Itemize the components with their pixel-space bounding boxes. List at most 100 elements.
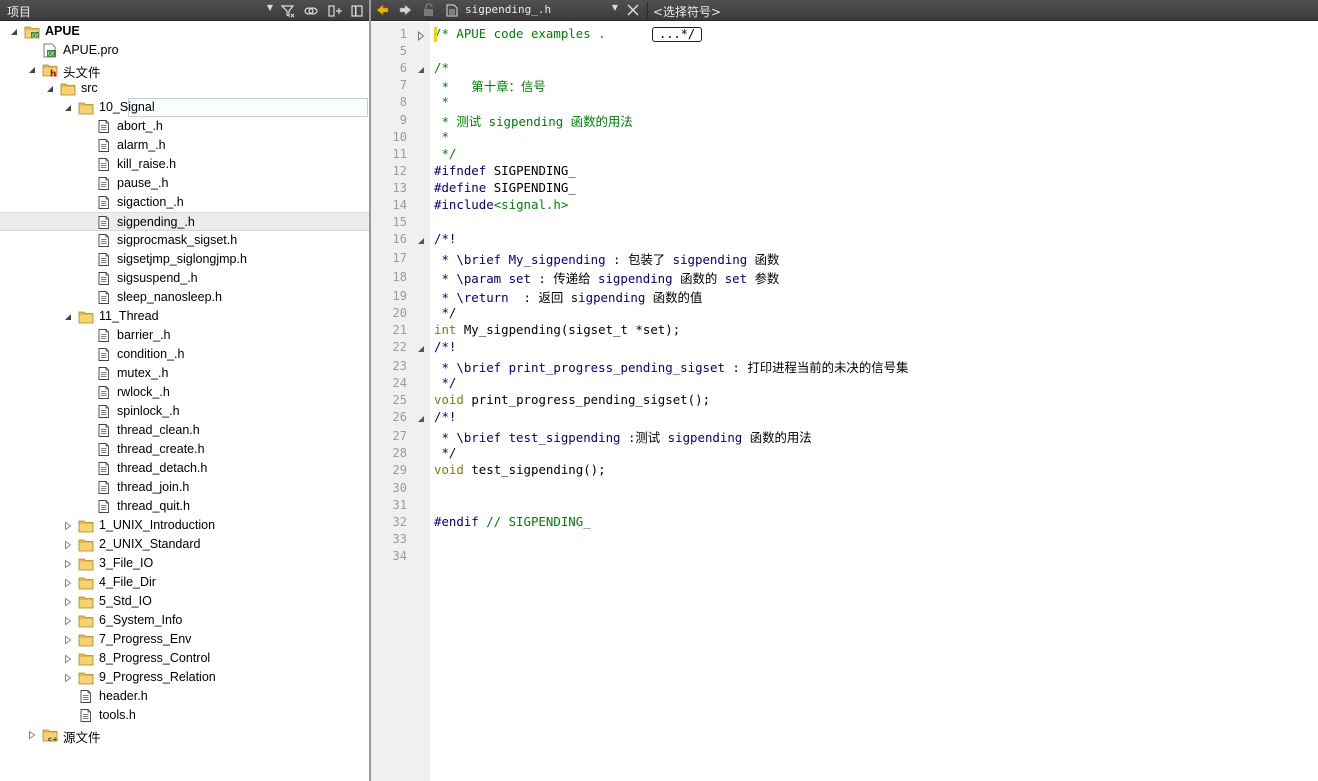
tree-item-label: 6_System_Info [99, 613, 183, 627]
tree-item[interactable]: 6_System_Info [0, 611, 369, 630]
tree-item[interactable]: 5_Std_IO [0, 592, 369, 611]
headers-folder-icon: h [42, 62, 58, 80]
header-file-icon [96, 423, 112, 438]
tree-item[interactable]: c+ 源文件 [0, 725, 369, 745]
expanded-arrow-icon[interactable] [63, 311, 73, 321]
tree-item[interactable]: Qt APUE.pro [0, 41, 369, 60]
tree-item-label: 8_Progress_Control [99, 651, 211, 665]
tree-item[interactable]: 10_Signal [0, 98, 369, 117]
collapsed-arrow-icon[interactable] [63, 653, 73, 664]
close-document-icon[interactable] [625, 2, 641, 18]
tree-item[interactable]: condition_.h [0, 345, 369, 364]
tree-item-label: thread_join.h [117, 480, 190, 494]
line-number: 6 [399, 61, 407, 75]
line-number: 24 [392, 376, 407, 390]
tree-item[interactable]: h 头文件 [0, 60, 369, 80]
header-file-icon [78, 689, 94, 704]
header-file-icon [96, 347, 112, 362]
tree-item[interactable]: sigsetjmp_siglongjmp.h [0, 250, 369, 269]
tree-item[interactable]: 2_UNIX_Standard [0, 535, 369, 554]
tree-item-label: sigaction_.h [117, 195, 184, 209]
forward-arrow-icon[interactable] [397, 2, 413, 18]
collapsed-arrow-icon[interactable] [63, 634, 73, 645]
tree-item[interactable]: header.h [0, 687, 369, 706]
code-token: sigpending [672, 252, 755, 267]
close-pane-icon[interactable] [349, 2, 365, 19]
project-view-select[interactable]: 项目 ▼ [3, 2, 275, 19]
line-number: 13 [392, 181, 407, 195]
text-cursor [434, 27, 437, 42]
tree-item-label: 9_Progress_Relation [99, 670, 216, 684]
tree-item[interactable]: kill_raise.h [0, 155, 369, 174]
project-pane: 项目 ▼ Qt APUE Qt APUE.pro h 头文件 src 10_Signal abo… [0, 0, 369, 781]
line-number: 23 [392, 359, 407, 373]
lock-icon[interactable] [421, 2, 437, 18]
tree-item[interactable]: barrier_.h [0, 326, 369, 345]
tree-item[interactable]: sleep_nanosleep.h [0, 288, 369, 307]
tree-item[interactable]: rwlock_.h [0, 383, 369, 402]
line-number: 8 [399, 95, 407, 109]
collapsed-arrow-icon[interactable] [63, 539, 73, 550]
symbol-select[interactable]: <选择符号> [647, 2, 1317, 19]
folder-icon [78, 100, 94, 115]
tree-item[interactable]: 3_File_IO [0, 554, 369, 573]
code-line: void print_progress_pending_sigset(); [434, 392, 710, 407]
tree-item[interactable]: thread_detach.h [0, 459, 369, 478]
code-token: sigpending [667, 430, 750, 445]
fold-collapse-icon[interactable] [417, 343, 425, 353]
filter-icon[interactable] [280, 2, 296, 19]
tree-item[interactable]: 9_Progress_Relation [0, 668, 369, 687]
tree-item-label: barrier_.h [117, 328, 171, 342]
header-file-icon [96, 138, 112, 153]
tree-item[interactable]: spinlock_.h [0, 402, 369, 421]
fold-collapse-icon[interactable] [417, 413, 425, 423]
collapsed-arrow-icon[interactable] [27, 729, 37, 740]
tree-item[interactable]: sigaction_.h [0, 193, 369, 212]
expanded-arrow-icon[interactable] [45, 83, 55, 93]
line-number: 19 [392, 289, 407, 303]
tree-item[interactable]: 7_Progress_Env [0, 630, 369, 649]
fold-collapse-icon[interactable] [417, 64, 425, 74]
collapsed-arrow-icon[interactable] [63, 558, 73, 569]
fold-collapse-icon[interactable] [417, 235, 425, 245]
collapsed-arrow-icon[interactable] [63, 615, 73, 626]
tree-item[interactable]: pause_.h [0, 174, 369, 193]
code-token: 参数 [754, 271, 780, 286]
code-token: void [434, 392, 472, 407]
link-editor-icon[interactable] [303, 2, 319, 19]
tree-item[interactable]: 1_UNIX_Introduction [0, 516, 369, 535]
code-token: * [434, 129, 449, 144]
tree-item[interactable]: mutex_.h [0, 364, 369, 383]
collapsed-arrow-icon[interactable] [63, 577, 73, 588]
expanded-arrow-icon[interactable] [9, 26, 19, 36]
tree-item[interactable]: thread_join.h [0, 478, 369, 497]
expanded-arrow-icon[interactable] [27, 64, 37, 74]
collapsed-arrow-icon[interactable] [63, 596, 73, 607]
tree-item[interactable]: sigsuspend_.h [0, 269, 369, 288]
back-arrow-icon[interactable] [375, 2, 391, 18]
tree-item[interactable]: Qt APUE [0, 22, 369, 41]
tree-item[interactable]: 4_File_Dir [0, 573, 369, 592]
tree-item[interactable]: tools.h [0, 706, 369, 725]
tree-item[interactable]: 11_Thread [0, 307, 369, 326]
tree-item[interactable]: thread_create.h [0, 440, 369, 459]
fold-expand-icon[interactable] [417, 30, 425, 42]
tree-item-label: 4_File_Dir [99, 575, 156, 589]
open-documents-select[interactable]: sigpending_.h ▼ [443, 2, 621, 19]
line-number: 21 [392, 323, 407, 337]
collapsed-block-marker[interactable]: ...*/ [652, 27, 703, 42]
tree-item[interactable]: sigprocmask_sigset.h [0, 231, 369, 250]
tree-item[interactable]: thread_quit.h [0, 497, 369, 516]
split-view-icon[interactable] [326, 2, 344, 19]
collapsed-arrow-icon[interactable] [63, 520, 73, 531]
tree-item[interactable]: sigpending_.h [0, 212, 369, 231]
collapsed-arrow-icon[interactable] [63, 672, 73, 683]
tree-item[interactable]: src [0, 79, 369, 98]
code-line: * \brief test_sigpending :测试 sigpending … [434, 428, 811, 446]
tree-item[interactable]: thread_clean.h [0, 421, 369, 440]
tree-item[interactable]: abort_.h [0, 117, 369, 136]
expanded-arrow-icon[interactable] [63, 102, 73, 112]
tree-item[interactable]: alarm_.h [0, 136, 369, 155]
code-editor[interactable]: /* APUE code examples . /* * 第十章：信号 * * … [430, 22, 1318, 781]
tree-item[interactable]: 8_Progress_Control [0, 649, 369, 668]
